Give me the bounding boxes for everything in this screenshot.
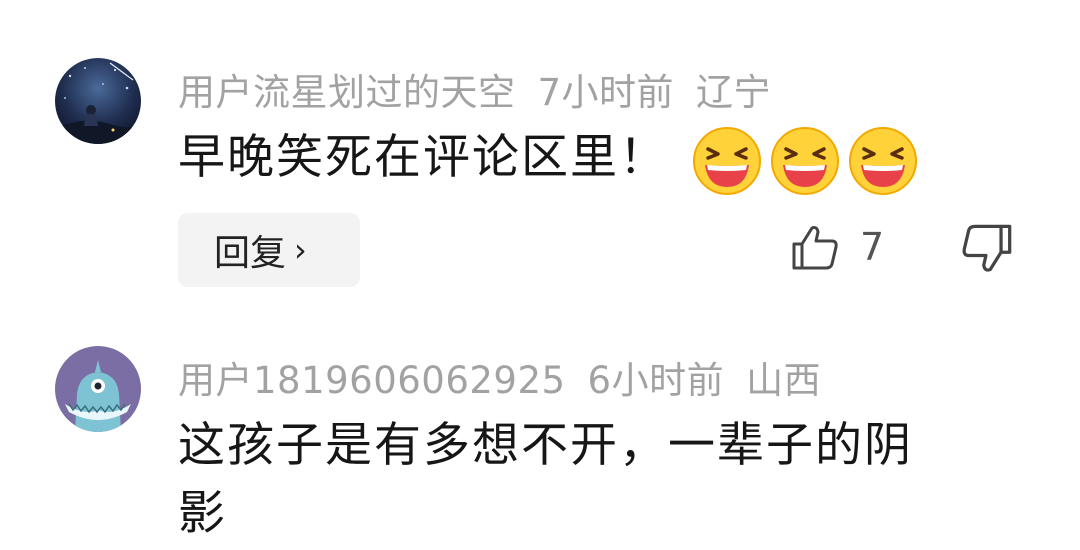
reply-button[interactable]: 回复 › xyxy=(178,213,360,287)
location: 辽宁 xyxy=(696,71,772,114)
comment-item: 用户流星划过的天空 7小时前 辽宁 早晚笑死在评论区里！ 回复 › 7 xyxy=(0,0,1080,320)
laughing-emoji-icon xyxy=(848,126,917,195)
comment-meta: 用户流星划过的天空 7小时前 辽宁 xyxy=(178,62,793,116)
user-avatar[interactable] xyxy=(55,346,141,432)
thumbs-up-icon xyxy=(792,226,838,270)
timestamp: 6小时前 xyxy=(587,359,725,402)
laughing-emoji-icon xyxy=(692,126,761,195)
dislike-button[interactable] xyxy=(960,222,1014,280)
laughing-emoji-icon xyxy=(770,126,839,195)
like-count: 7 xyxy=(860,225,885,269)
username[interactable]: 用户流星划过的天空 xyxy=(178,71,516,114)
starry-sky-avatar-icon xyxy=(55,58,141,144)
comment-text: 早晚笑死在评论区里！ xyxy=(178,124,919,197)
location: 山西 xyxy=(746,359,822,402)
chevron-right-icon: › xyxy=(294,231,307,269)
like-button[interactable]: 7 xyxy=(790,222,884,272)
thumbs-down-icon xyxy=(962,224,1012,272)
cartoon-monster-avatar-icon xyxy=(55,346,141,432)
username[interactable]: 用户1819606062925 xyxy=(178,359,566,402)
reply-label: 回复 xyxy=(214,233,287,274)
comment-text-line: 影 xyxy=(178,486,227,541)
comment-meta: 用户1819606062925 6小时前 山西 xyxy=(178,350,843,404)
comment-text-content: 早晚笑死在评论区里！ xyxy=(178,130,668,185)
comment-text-line: 这孩子是有多想不开，一辈子的阴 xyxy=(178,418,913,473)
user-avatar[interactable] xyxy=(55,58,141,144)
timestamp: 7小时前 xyxy=(537,71,675,114)
comment-item: 用户1819606062925 6小时前 山西 这孩子是有多想不开，一辈子的阴 影 xyxy=(0,320,1080,550)
comment-text: 这孩子是有多想不开，一辈子的阴 影 xyxy=(178,412,1058,548)
